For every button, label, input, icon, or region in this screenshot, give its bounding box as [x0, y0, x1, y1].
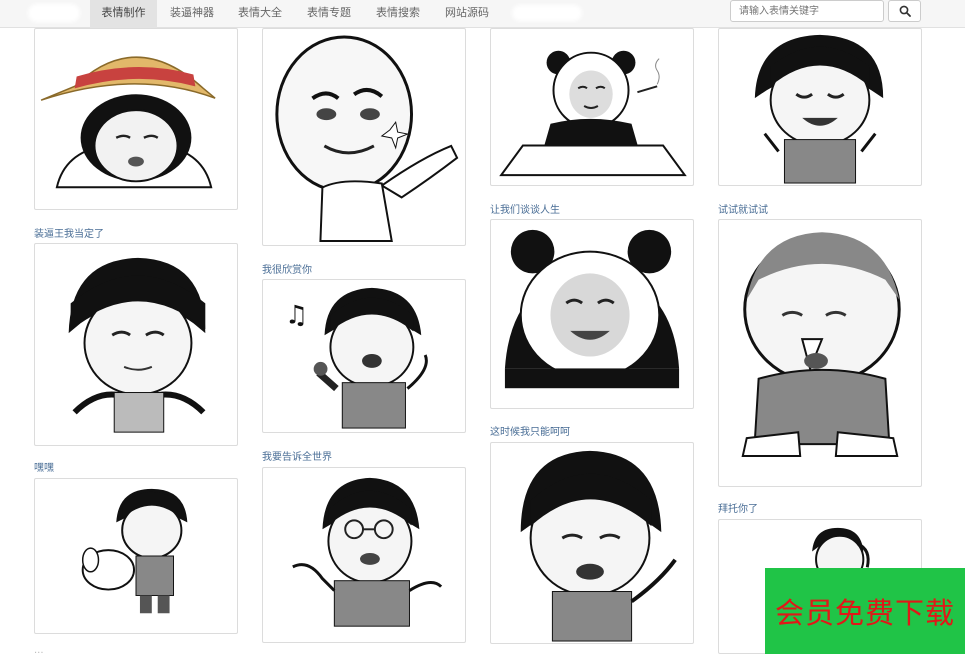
search-input[interactable] — [730, 0, 884, 22]
meme-card-praying[interactable] — [718, 219, 922, 487]
meme-image-big-face-pointing — [275, 35, 459, 242]
meme-image-glasses — [292, 477, 443, 627]
meme-card-dog[interactable] — [34, 478, 238, 634]
nav-item-search[interactable]: 表情搜索 — [366, 0, 430, 28]
meme-image-dog — [81, 488, 188, 614]
svg-text:♫: ♫ — [285, 300, 308, 330]
meme-caption[interactable]: 装逼王我当定了 — [34, 229, 104, 241]
promo-label: 会员免费下载 — [774, 596, 955, 630]
meme-caption[interactable]: 我很欣赏你 — [262, 265, 312, 277]
nav-item-topics[interactable]: 表情专题 — [297, 0, 361, 28]
meme-image-shrug — [520, 450, 677, 642]
meme-image-crying-laugh — [754, 34, 884, 184]
meme-card-shrug[interactable] — [490, 442, 694, 644]
nav-item-source-code[interactable]: 网站源码 — [435, 0, 499, 28]
meme-caption-partial: ... — [34, 645, 44, 654]
meme-card-panda-smoking[interactable] — [490, 28, 694, 186]
meme-image-bowl-cut-chin — [68, 257, 206, 433]
top-navbar: 表情制作 装逼神器 表情大全 表情专题 表情搜索 网站源码 — [0, 0, 965, 28]
meme-card-straw-hat[interactable] — [34, 28, 238, 210]
meme-card-crying-laugh[interactable] — [718, 28, 922, 186]
blurred-region — [512, 5, 582, 21]
meme-caption[interactable]: 这时候我只能呵呵 — [490, 427, 570, 439]
nav-item-tools[interactable]: 装逼神器 — [160, 0, 224, 28]
nav-item-meme-collection[interactable]: 表情大全 — [228, 0, 292, 28]
meme-image-panda-smoking — [499, 50, 687, 177]
meme-image-straw-hat — [40, 56, 216, 189]
meme-card-glasses[interactable] — [262, 467, 466, 643]
meme-caption[interactable]: 试试就试试 — [718, 205, 768, 217]
meme-caption[interactable]: 我要告诉全世界 — [262, 452, 332, 464]
meme-card-bowl-cut-chin[interactable] — [34, 243, 238, 446]
meme-image-panda-laugh — [504, 229, 680, 389]
meme-image-singing: ♫ — [285, 287, 428, 429]
meme-caption[interactable]: 让我们谈谈人生 — [490, 205, 560, 217]
meme-caption[interactable]: 嘿嘿 — [34, 463, 54, 475]
meme-card-big-face-pointing[interactable] — [262, 28, 466, 246]
meme-image-praying — [741, 232, 901, 457]
member-free-download-banner[interactable]: 会员免费下载 — [765, 568, 965, 654]
search-button[interactable] — [888, 0, 921, 22]
meme-caption[interactable]: 拜托你了 — [718, 504, 758, 516]
nav-item-make-meme[interactable]: 表情制作 — [90, 0, 157, 28]
search-icon — [899, 5, 911, 17]
site-logo-blurred — [28, 4, 80, 22]
meme-card-singing[interactable]: ♫ — [262, 279, 466, 433]
meme-card-panda-laugh[interactable] — [490, 219, 694, 409]
